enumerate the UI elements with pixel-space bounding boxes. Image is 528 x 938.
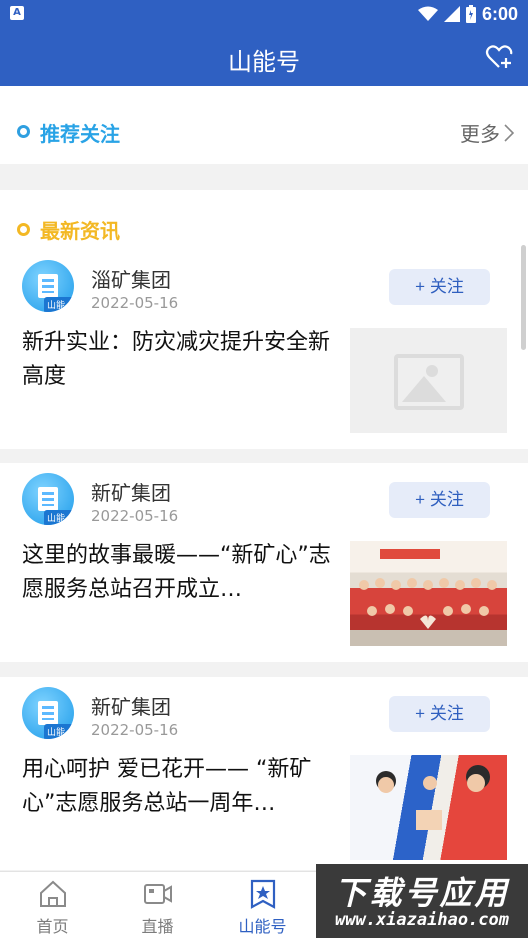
watermark: 下载号应用 www.xiazaihao.com <box>316 864 528 938</box>
building-icon <box>38 487 58 511</box>
org-avatar[interactable]: 山能号 <box>22 473 74 525</box>
battery-icon <box>465 5 476 23</box>
scrollbar[interactable] <box>521 245 526 350</box>
image-placeholder-icon <box>394 354 464 410</box>
news-thumbnail[interactable] <box>350 755 507 860</box>
group-photo-image <box>359 549 497 629</box>
nav-item-home[interactable]: 首页 <box>0 872 105 938</box>
post-date: 2022-05-16 <box>91 507 179 525</box>
news-card[interactable]: 山能号 新矿集团 2022-05-16 + 关注 这里的故事最暖——“新矿心”志… <box>0 463 528 662</box>
status-icons: 6:00 <box>417 3 518 25</box>
news-title[interactable]: 用心呵护 爱已花开—— “新矿心”志愿服务总站一周年… <box>22 753 337 821</box>
org-name[interactable]: 新矿集团 <box>91 477 171 506</box>
nav-label: 直播 <box>141 917 174 936</box>
news-thumbnail[interactable] <box>350 541 507 646</box>
heart-add-icon[interactable] <box>484 42 514 72</box>
avatar-badge: 山能号 <box>44 297 74 312</box>
chevron-right-icon <box>504 123 514 142</box>
org-name[interactable]: 新矿集团 <box>91 691 171 720</box>
news-card[interactable]: 山能号 新矿集团 2022-05-16 + 关注 用心呵护 爱已花开—— “新矿… <box>0 677 528 870</box>
video-camera-icon <box>144 884 172 904</box>
more-link[interactable]: 更多 <box>460 118 514 147</box>
follow-button[interactable]: + 关注 <box>389 269 490 305</box>
status-bar: A 6:00 <box>0 0 528 28</box>
recommend-section: 推荐关注 更多 <box>0 86 528 164</box>
news-section-header: 最新资讯 <box>0 190 528 250</box>
nav-label: 首页 <box>36 917 69 936</box>
watermark-url: www.xiazaihao.com <box>335 910 509 930</box>
recommend-label: 推荐关注 <box>40 122 120 146</box>
nav-item-shanneng[interactable]: 山能号 <box>210 872 315 938</box>
news-label: 最新资讯 <box>40 219 120 243</box>
home-icon <box>40 880 66 907</box>
news-card[interactable]: 山能号 淄矿集团 2022-05-16 + 关注 新升实业：防灾减灾提升安全新高… <box>0 250 528 449</box>
news-title[interactable]: 新升实业：防灾减灾提升安全新高度 <box>22 326 337 394</box>
more-label: 更多 <box>460 122 500 146</box>
app-header: 山能号 <box>0 28 528 86</box>
building-icon <box>38 274 58 298</box>
post-date: 2022-05-16 <box>91 294 179 312</box>
signal-icon <box>443 6 460 22</box>
avatar-badge: 山能号 <box>44 510 74 525</box>
star-bookmark-icon <box>250 879 276 909</box>
news-dot-icon <box>17 223 30 236</box>
wifi-icon <box>417 6 438 21</box>
watermark-title: 下载号应用 <box>334 874 510 912</box>
news-title[interactable]: 这里的故事最暖——“新矿心”志愿服务总站召开成立… <box>22 539 337 607</box>
volunteer-photo-image <box>376 765 490 830</box>
news-thumbnail[interactable] <box>350 328 507 433</box>
clock: 6:00 <box>481 3 518 24</box>
follow-button[interactable]: + 关注 <box>389 696 490 732</box>
avatar-badge: 山能号 <box>44 724 74 739</box>
nav-label: 山能号 <box>238 917 287 936</box>
nav-item-live[interactable]: 直播 <box>105 872 210 938</box>
follow-button[interactable]: + 关注 <box>389 482 490 518</box>
org-name[interactable]: 淄矿集团 <box>91 264 171 293</box>
page-title: 山能号 <box>228 48 300 76</box>
post-date: 2022-05-16 <box>91 721 179 739</box>
recommend-dot-icon <box>17 125 30 138</box>
building-icon <box>38 701 58 725</box>
org-avatar[interactable]: 山能号 <box>22 687 74 739</box>
org-avatar[interactable]: 山能号 <box>22 260 74 312</box>
notification-app-icon: A <box>10 6 24 20</box>
